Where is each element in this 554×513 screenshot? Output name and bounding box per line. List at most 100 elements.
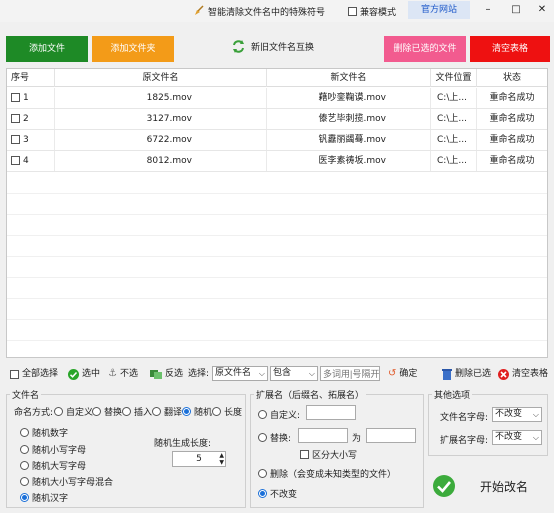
checkbox-box[interactable] [10,369,19,379]
ext-replace-from-input[interactable] [298,428,348,443]
ext-replace-to-input[interactable] [366,428,416,443]
mode-length-label: 长度 [224,408,243,418]
table-row[interactable]: 2 3127.mov 傣艺毕刺揽.mov C:\上... 重命名成功 [7,109,547,130]
compat-mode-label: 兼容模式 [360,8,397,18]
mode-custom-radio[interactable]: 自定义 [54,405,93,418]
add-folder-button[interactable]: 添加文件夹 [92,36,174,62]
ext-case-select[interactable]: 不改变 ⌵ [492,430,542,445]
mode-insert-radio[interactable]: 插入 [122,405,152,418]
ext-unchanged-radio[interactable]: 不改变 [258,487,297,500]
select-all-checkbox[interactable]: 全部选择 [10,366,58,382]
invert-selection-button[interactable]: 反选 [150,366,183,382]
radio-circle[interactable] [182,407,191,416]
start-rename-label: 开始改名 [480,479,529,494]
clear-table-small-button[interactable]: 清空表格 [498,366,548,382]
ext-replace-with-label: 为 [352,434,362,444]
random-lowercase-radio[interactable]: 随机小写字母 [20,443,86,456]
radio-circle[interactable] [258,433,267,442]
row-checkbox[interactable] [11,135,20,144]
match-select-value: 包含 [273,368,292,378]
row-checkbox[interactable] [11,93,20,102]
checkbox-box[interactable] [348,7,357,16]
empty-row-line [7,193,547,194]
mode-translate-radio[interactable]: 翻译 [152,405,182,418]
row-original-name: 8012.mov [55,151,267,171]
official-site-button[interactable]: 官方网站 [408,1,470,19]
maximize-button[interactable]: □ [506,3,526,17]
column-header-status: 状态 [502,73,521,83]
radio-circle[interactable] [258,410,267,419]
random-chinese-label: 随机汉字 [32,494,69,504]
add-file-button[interactable]: 添加文件 [6,36,88,62]
select-none-button[interactable]: ⚓ 不选 [108,366,138,382]
mode-random-radio[interactable]: 随机 [182,405,212,418]
confirm-button[interactable]: ↺ 确定 [388,366,417,382]
empty-row-line [7,340,547,341]
match-select[interactable]: 包含 ⌵ [270,366,318,381]
radio-circle[interactable] [122,407,131,416]
random-lowercase-label: 随机小写字母 [32,446,87,456]
ext-case-label: 扩展名字母: [440,436,489,446]
column-header-index: 序号 [7,69,55,87]
delete-selected-button[interactable]: 删除已选 [442,366,491,382]
minimize-button[interactable]: – [478,3,498,17]
clear-table-button[interactable]: 清空表格 [470,36,550,62]
random-length-label: 随机生成长度: [154,439,212,449]
radio-circle[interactable] [20,493,29,502]
radio-circle[interactable] [54,407,63,416]
radio-circle[interactable] [20,461,29,470]
x-circle-icon [498,368,509,380]
ext-replace-radio[interactable]: 替换: [258,431,291,444]
table-row[interactable]: 3 6722.mov 钒纛丽蠲蓦.mov C:\上... 重命名成功 [7,130,547,151]
select-checked-button[interactable]: 选中 [68,366,100,382]
mode-replace-radio[interactable]: 替换 [92,405,122,418]
swap-names-label: 新旧文件名互换 [251,43,315,53]
row-checkbox[interactable] [11,114,20,123]
empty-row-line [7,319,547,320]
random-mixed-case-radio[interactable]: 随机大小写字母混合 [20,475,113,488]
app-title: 智能清除文件名中的特殊符号 [208,8,326,18]
row-checkbox[interactable] [11,156,20,165]
radio-circle[interactable] [20,445,29,454]
ext-unchanged-label: 不改变 [270,490,298,500]
radio-circle[interactable] [258,489,267,498]
extension-group-title: 扩展名（后缀名、拓展名） [254,388,367,401]
radio-circle[interactable] [152,407,161,416]
filename-case-select[interactable]: 不改变 ⌵ [492,407,542,422]
random-length-value: 5 [196,454,202,464]
file-table[interactable]: 序号 原文件名 新文件名 文件位置 状态 1 1825.mov 藉吵銮鞠谟.mo… [6,68,548,358]
table-row[interactable]: 1 1825.mov 藉吵銮鞠谟.mov C:\上... 重命名成功 [7,88,547,109]
radio-circle[interactable] [212,407,221,416]
row-status: 重命名成功 [489,135,535,145]
field-select[interactable]: 原文件名 ⌵ [212,366,268,381]
keyword-input[interactable] [320,366,380,381]
ext-custom-radio[interactable]: 自定义: [258,408,300,421]
compat-mode-checkbox[interactable]: 兼容模式 [348,5,396,18]
random-digits-radio[interactable]: 随机数字 [20,426,68,439]
case-sensitive-checkbox[interactable]: 区分大小写 [300,448,357,461]
spin-arrows-icon[interactable]: ▲ ▼ [219,452,224,466]
radio-circle[interactable] [20,428,29,437]
random-length-stepper[interactable]: 5 ▲ ▼ [172,451,226,467]
delete-selected-label: 删除已选 [455,369,492,379]
radio-circle[interactable] [92,407,101,416]
radio-circle[interactable] [20,477,29,486]
select-checked-label: 选中 [82,369,101,379]
table-row[interactable]: 4 8012.mov 医李素祷坂.mov C:\上... 重命名成功 [7,151,547,172]
random-uppercase-radio[interactable]: 随机大写字母 [20,459,86,472]
check-circle-icon [68,368,79,380]
random-chinese-radio[interactable]: 随机汉字 [20,491,68,504]
select-field-label: 选择: [188,369,210,379]
close-button[interactable]: ✕ [532,3,552,17]
start-rename-button[interactable]: 开始改名 [428,466,546,506]
row-original-name: 3127.mov [55,109,267,129]
filename-group-title: 文件名 [10,388,42,401]
naming-mode-label: 命名方式: [14,408,54,418]
mode-length-radio[interactable]: 长度 [212,405,242,418]
swap-names-button[interactable]: 新旧文件名互换 [232,40,314,53]
ext-custom-input[interactable] [306,405,356,420]
delete-selected-files-button[interactable]: 删除已选的文件 [384,36,466,62]
ext-delete-radio[interactable]: 删除（会变成未知类型的文件） [258,467,396,480]
checkbox-box[interactable] [300,450,309,459]
radio-circle[interactable] [258,469,267,478]
